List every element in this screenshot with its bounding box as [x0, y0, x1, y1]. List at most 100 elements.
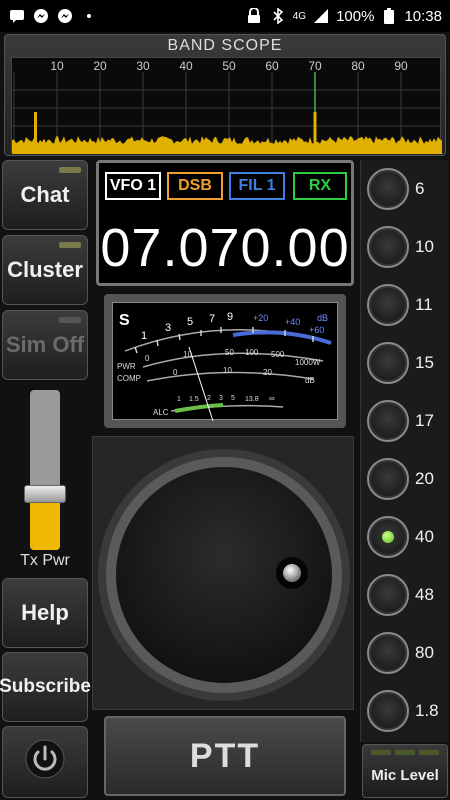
- meter-swr-tick: 1: [177, 396, 181, 403]
- band-10-row[interactable]: 10: [361, 222, 449, 272]
- tuning-dial-grip: [283, 564, 301, 582]
- help-button[interactable]: Help: [2, 578, 88, 648]
- battery-icon: [380, 7, 398, 25]
- band-scope-graph: 10 20 30 40 50 60 70 80 90: [12, 59, 445, 154]
- band-selector: 6 10 11 15 17 20 40 48 80 1.8: [360, 160, 448, 742]
- sim-off-button[interactable]: Sim Off: [2, 310, 88, 380]
- band-20-row[interactable]: 20: [361, 454, 449, 504]
- meter-s-label: S: [119, 312, 130, 329]
- cluster-button[interactable]: Cluster: [2, 235, 88, 305]
- band-scope-title: BAND SCOPE: [167, 37, 283, 54]
- band-17-button[interactable]: [367, 400, 409, 442]
- meter-s-tick: 3: [165, 322, 171, 334]
- band-scope-tick-label: 30: [136, 59, 150, 73]
- status-bar: 4G 100% 10:38: [0, 0, 450, 32]
- bluetooth-icon: [269, 7, 287, 25]
- band-15-button[interactable]: [367, 342, 409, 384]
- meter-plus-tick: +60: [309, 325, 324, 335]
- band-48-label: 48: [415, 585, 434, 604]
- band-17-row[interactable]: 17: [361, 396, 449, 446]
- band-48-row[interactable]: 48: [361, 570, 449, 620]
- mic-level-label: Mic Level: [371, 767, 439, 784]
- band-scope-tick-label: 40: [179, 59, 193, 73]
- band-scope: BAND SCOPE 10 20 30 40 50 60 70 80 90: [4, 34, 446, 156]
- messenger-icon: [56, 7, 74, 25]
- power-icon: [25, 739, 65, 785]
- notification-dot-icon: [80, 7, 98, 25]
- band-scope-noise: [12, 136, 442, 154]
- tuning-knob-panel: [92, 436, 354, 710]
- meter-swr-tick: 1.5: [189, 396, 199, 403]
- frequency-readout[interactable]: 07.070.00: [99, 217, 351, 279]
- band-1-8-label: 1.8: [415, 701, 439, 720]
- rx-tx-label: RX: [308, 177, 332, 194]
- s-meter: S 1 3 5 7 9 +20 +40 +60 dB PWR 0 10 50 1…: [112, 302, 338, 422]
- filter-selector[interactable]: FIL 1: [229, 172, 285, 200]
- band-10-label: 10: [415, 237, 434, 256]
- meter-pwr-tick: 0: [145, 354, 150, 363]
- band-10-button[interactable]: [367, 226, 409, 268]
- band-6-row[interactable]: 6: [361, 164, 449, 214]
- band-scope-tick-label: 10: [50, 59, 64, 73]
- meter-graphic: S 1 3 5 7 9 +20 +40 +60 dB PWR 0 10 50 1…: [117, 311, 332, 422]
- help-button-label: Help: [21, 600, 69, 625]
- mic-level-button[interactable]: Mic Level: [362, 744, 448, 798]
- ptt-label: PTT: [189, 736, 261, 775]
- vfo-selector[interactable]: VFO 1: [105, 172, 161, 200]
- band-scope-spike: [313, 112, 317, 154]
- band-11-row[interactable]: 11: [361, 280, 449, 330]
- meter-pwr-tick: 50: [225, 348, 234, 357]
- meter-pwr-tick: 1000W: [295, 358, 321, 367]
- band-20-button[interactable]: [367, 458, 409, 500]
- meter-swr-tick: 5: [231, 395, 235, 402]
- band-80-label: 80: [415, 643, 434, 662]
- cluster-button-label: Cluster: [7, 257, 83, 282]
- tx-power-label: Tx Pwr: [20, 552, 70, 569]
- tuning-dial[interactable]: [93, 437, 355, 711]
- lock-icon: [245, 7, 263, 25]
- band-80-button[interactable]: [367, 632, 409, 674]
- band-15-row[interactable]: 15: [361, 338, 449, 388]
- mode-label: DSB: [178, 177, 212, 194]
- ptt-button[interactable]: PTT: [104, 716, 346, 796]
- meter-swr-tick: ∞: [269, 394, 275, 403]
- band-40-row[interactable]: 40: [361, 512, 449, 562]
- subscribe-button[interactable]: Subscribe: [0, 652, 91, 722]
- tx-power-slider[interactable]: Tx Pwr: [2, 384, 88, 574]
- band-6-button[interactable]: [367, 168, 409, 210]
- meter-s-tick: 1: [141, 330, 147, 342]
- tx-power-track[interactable]: [30, 390, 60, 550]
- band-scope-tick-label: 20: [93, 59, 107, 73]
- meter-pwr-label: PWR: [117, 362, 136, 371]
- meter-db-label: dB: [317, 313, 328, 323]
- battery-percent: 100%: [336, 7, 375, 25]
- band-40-label: 40: [415, 527, 434, 546]
- band-11-label: 11: [415, 295, 433, 314]
- meter-comp-tick: 20: [263, 368, 272, 377]
- meter-swr-tick: 13.8: [245, 396, 259, 403]
- message-icon: [8, 7, 26, 25]
- meter-alc-label: ALC: [153, 408, 169, 417]
- meter-pwr-tick: 500: [271, 350, 285, 359]
- band-48-button[interactable]: [367, 574, 409, 616]
- meter-comp-label: COMP: [117, 374, 141, 383]
- band-80-row[interactable]: 80: [361, 628, 449, 678]
- band-1-8-button[interactable]: [367, 690, 409, 732]
- sim-off-button-label: Sim Off: [5, 332, 85, 357]
- rx-tx-indicator[interactable]: RX: [293, 172, 347, 200]
- meter-plus-tick: +20: [253, 313, 268, 323]
- mode-selector[interactable]: DSB: [167, 172, 223, 200]
- band-scope-plot[interactable]: 10 20 30 40 50 60 70 80 90: [11, 57, 445, 154]
- band-scope-tick-label: 70: [308, 59, 322, 73]
- power-button[interactable]: [2, 726, 88, 798]
- meter-swr-tick: 3: [219, 395, 223, 402]
- band-17-label: 17: [415, 411, 434, 430]
- chat-button[interactable]: Chat: [2, 160, 88, 230]
- network-type: 4G: [292, 10, 307, 22]
- meter-s-tick: 5: [187, 316, 193, 328]
- mic-level-bars: [371, 750, 439, 755]
- band-11-button[interactable]: [367, 284, 409, 326]
- band-1-8-row[interactable]: 1.8: [361, 686, 449, 736]
- band-40-button[interactable]: [367, 516, 409, 558]
- tx-power-handle[interactable]: [24, 485, 66, 503]
